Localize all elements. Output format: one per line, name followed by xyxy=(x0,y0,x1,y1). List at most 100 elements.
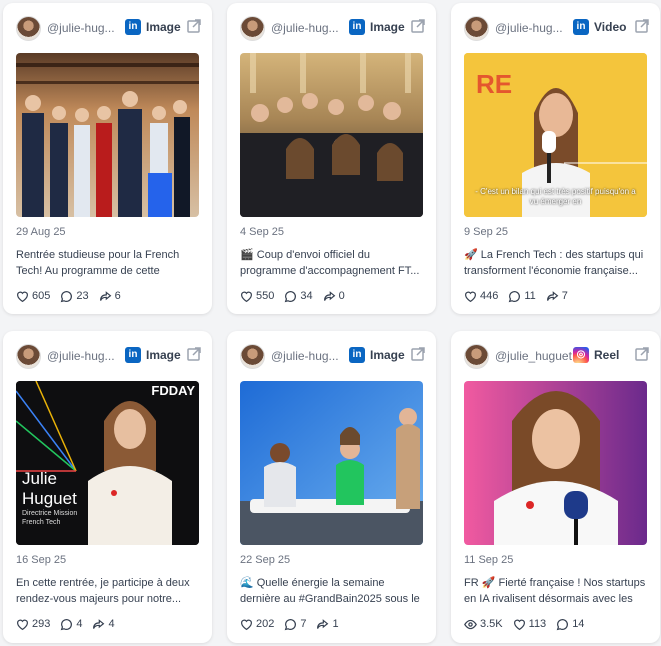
post-caption: En cette rentrée, je participe à deux re… xyxy=(16,577,190,605)
external-link-icon[interactable] xyxy=(634,18,650,34)
avatar xyxy=(240,16,265,41)
likes-stat: 550 xyxy=(240,290,274,303)
linkedin-icon: in xyxy=(125,19,141,35)
card-header: @julie-hug... in Image xyxy=(227,3,436,53)
heart-icon xyxy=(513,619,525,630)
external-link-icon[interactable] xyxy=(634,346,650,362)
post-caption: Rentrée studieuse pour la French Tech! A… xyxy=(16,249,180,277)
post-caption: FR 🚀 Fierté française ! Nos startups en … xyxy=(464,577,646,605)
share-icon xyxy=(323,290,335,301)
speaker-title: Directrice Mission French Tech xyxy=(22,510,78,526)
post-image[interactable] xyxy=(16,53,199,217)
shares-stat: 6 xyxy=(99,290,121,303)
post-type: Image xyxy=(146,348,181,362)
shares-stat: 1 xyxy=(316,618,339,631)
channel-logo: RE xyxy=(476,69,513,99)
engagement-stats: 293 4 4 xyxy=(16,617,115,631)
avatar xyxy=(16,16,41,41)
external-link-icon[interactable] xyxy=(186,18,202,34)
comment-icon xyxy=(61,290,73,302)
comments-stat: 4 xyxy=(60,618,82,631)
instagram-icon: ◎ xyxy=(573,347,589,363)
comments-stat: 11 xyxy=(508,290,536,303)
shares-stat: 4 xyxy=(92,618,115,631)
account-handle: @julie-hug... xyxy=(47,21,115,35)
post-image[interactable]: FDDAY Julie Huguet Directrice Mission Fr… xyxy=(16,381,199,545)
share-icon xyxy=(317,618,329,629)
linkedin-icon: in xyxy=(125,347,141,363)
event-logo: FDDAY xyxy=(151,383,195,398)
post-type: Reel xyxy=(594,348,620,362)
likes-stat: 113 xyxy=(513,618,546,631)
post-card[interactable]: @julie-hug... in Image 29 Aug 25 Rentrée… xyxy=(3,3,212,314)
eye-icon xyxy=(464,619,477,629)
post-date: 11 Sep 25 xyxy=(464,554,514,566)
account-handle: @julie-hug... xyxy=(495,21,563,35)
post-date: 29 Aug 25 xyxy=(16,226,66,238)
engagement-stats: 605 23 6 xyxy=(16,289,121,303)
post-type: Image xyxy=(146,20,181,34)
post-date: 22 Sep 25 xyxy=(240,554,291,566)
engagement-stats: 550 34 0 xyxy=(240,289,345,303)
comments-stat: 23 xyxy=(60,290,89,303)
post-card[interactable]: @julie-hug... in Image FDDAY Julie Hugue… xyxy=(3,331,212,643)
speaker-name: Julie Huguet xyxy=(22,469,77,508)
comment-icon xyxy=(285,290,297,302)
linkedin-icon: in xyxy=(349,19,365,35)
shares-stat: 0 xyxy=(323,290,345,303)
external-link-icon[interactable] xyxy=(186,346,202,362)
post-date: 16 Sep 25 xyxy=(16,554,67,566)
likes-stat: 293 xyxy=(16,618,50,631)
card-header: @julie-hug... in Image xyxy=(3,3,212,53)
post-video[interactable]: RE - C'est un bilan qui est très positif… xyxy=(464,53,647,217)
external-link-icon[interactable] xyxy=(410,18,426,34)
account-handle: @julie_huguet xyxy=(495,349,572,363)
share-icon xyxy=(99,290,111,301)
card-header: @julie-hug... in Image xyxy=(3,331,212,381)
post-type: Image xyxy=(370,348,405,362)
video-subtitle: - C'est un bilan qui est très positif pu… xyxy=(475,187,636,206)
heart-icon xyxy=(241,291,252,302)
account-handle: @julie-hug... xyxy=(271,349,339,363)
post-caption: 🚀 La French Tech : des startups qui tran… xyxy=(464,249,644,277)
comment-icon xyxy=(61,618,73,630)
engagement-stats: 202 7 1 xyxy=(240,617,339,631)
shares-stat: 7 xyxy=(546,290,568,303)
post-type: Video xyxy=(594,20,627,34)
views-stat: 3.5K xyxy=(464,618,503,631)
account-handle: @julie-hug... xyxy=(47,349,115,363)
heart-icon xyxy=(465,291,476,302)
post-reel[interactable] xyxy=(464,381,647,545)
likes-stat: 446 xyxy=(464,290,498,303)
post-image[interactable] xyxy=(240,53,423,217)
post-image[interactable] xyxy=(240,381,423,545)
post-date: 4 Sep 25 xyxy=(240,226,285,238)
post-card[interactable]: @julie-hug... in Image 22 Sep 25 🌊 Quell… xyxy=(227,331,436,643)
comments-stat: 14 xyxy=(556,618,584,631)
external-link-icon[interactable] xyxy=(410,346,426,362)
avatar xyxy=(464,16,489,41)
likes-stat: 605 xyxy=(16,290,50,303)
post-caption: 🌊 Quelle énergie la semaine dernière au … xyxy=(240,577,420,605)
post-card[interactable]: @julie_huguet ◎ Reel 11 Sep 25 FR 🚀 Fier… xyxy=(451,331,660,643)
share-icon xyxy=(93,618,105,629)
comments-stat: 34 xyxy=(284,290,313,303)
post-card[interactable]: @julie-hug... in Video RE - C'est un bil… xyxy=(451,3,660,314)
card-header: @julie_huguet ◎ Reel xyxy=(451,331,660,381)
avatar xyxy=(16,344,41,369)
comments-stat: 7 xyxy=(284,618,306,631)
heart-icon xyxy=(17,619,28,630)
linkedin-icon: in xyxy=(349,347,365,363)
post-date: 9 Sep 25 xyxy=(464,226,509,238)
avatar xyxy=(240,344,265,369)
comment-icon xyxy=(556,618,569,630)
heart-icon xyxy=(241,619,252,630)
post-type: Image xyxy=(370,20,405,34)
engagement-stats: 446 11 7 xyxy=(464,289,568,303)
engagement-stats: 3.5K 113 14 xyxy=(464,617,584,631)
linkedin-icon: in xyxy=(573,19,589,35)
comment-icon xyxy=(285,618,297,630)
posts-grid: @julie-hug... in Image 29 Aug 25 Rentrée… xyxy=(0,0,661,646)
card-header: @julie-hug... in Image xyxy=(227,331,436,381)
post-card[interactable]: @julie-hug... in Image 4 Sep 25 🎬 Coup d… xyxy=(227,3,436,314)
